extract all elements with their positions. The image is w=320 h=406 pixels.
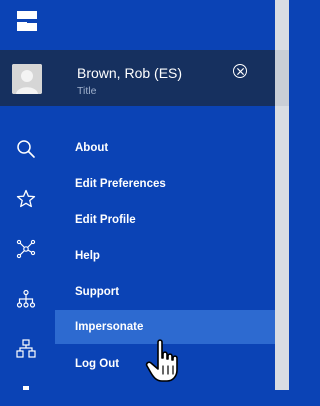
side-panel: Brown, Rob (ES) Title About Edit Prefere…: [0, 0, 275, 390]
menu-item-label: Log Out: [75, 358, 120, 370]
star-icon[interactable]: [16, 189, 36, 209]
search-icon[interactable]: [16, 139, 36, 159]
menu-item-label: Help: [75, 250, 100, 262]
avatar[interactable]: [12, 64, 42, 94]
close-button[interactable]: [233, 64, 247, 78]
menu-item-edit-profile[interactable]: Edit Profile: [55, 203, 275, 237]
background-band: [275, 50, 289, 106]
menu-item-label: About: [75, 142, 109, 154]
background-strip: [275, 0, 289, 390]
user-name: Brown, Rob (ES): [77, 65, 183, 81]
menu-item-support[interactable]: Support: [55, 275, 275, 309]
app-logo: [17, 11, 37, 31]
menu-item-label: Edit Preferences: [75, 178, 166, 190]
hand-pointer-cursor-icon: [145, 339, 178, 382]
org-chart-icon[interactable]: [16, 339, 36, 359]
user-header: Brown, Rob (ES) Title: [0, 50, 275, 106]
network-icon[interactable]: [16, 239, 36, 259]
user-title: Title: [77, 85, 97, 97]
more-icon: [23, 386, 29, 390]
menu-item-label: Impersonate: [75, 321, 144, 333]
menu-item-edit-preferences[interactable]: Edit Preferences: [55, 167, 275, 201]
close-icon: [236, 67, 244, 75]
menu-item-help[interactable]: Help: [55, 239, 275, 273]
hierarchy-icon[interactable]: [16, 289, 36, 309]
menu-item-label: Edit Profile: [75, 214, 136, 226]
menu-item-about[interactable]: About: [55, 131, 275, 165]
avatar-placeholder-icon: [12, 64, 42, 94]
menu-item-label: Support: [75, 286, 120, 298]
